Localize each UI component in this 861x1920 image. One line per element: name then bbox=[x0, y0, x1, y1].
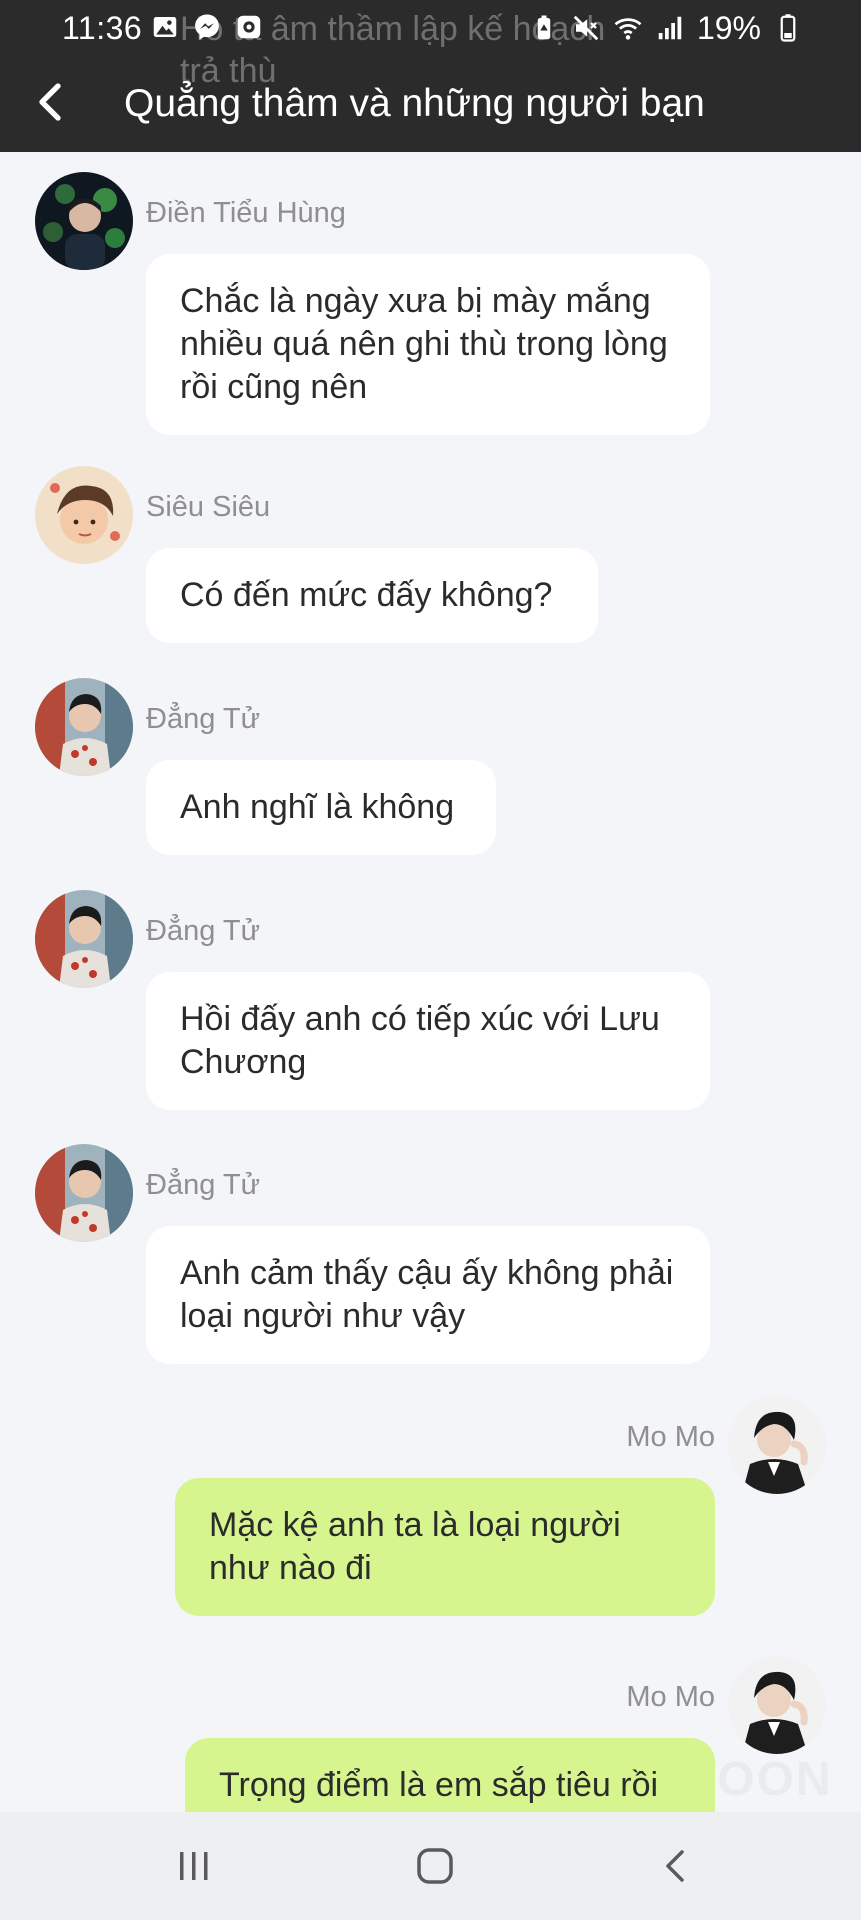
system-nav-bar bbox=[0, 1812, 861, 1920]
message-item: Mo Mo Mặc kệ anh ta là loại người như nà… bbox=[0, 1396, 861, 1616]
home-button[interactable] bbox=[405, 1838, 465, 1894]
camera-icon bbox=[234, 12, 264, 42]
message-item: Mo Mo Trọng điểm là em sắp tiêu rồi bbox=[0, 1656, 861, 1812]
status-right-icons: 19% bbox=[529, 8, 803, 48]
message-bubble[interactable]: Anh nghĩ là không bbox=[146, 760, 496, 855]
sender-name: Đẳng Tử bbox=[146, 1169, 260, 1201]
message-bubble[interactable]: Có đến mức đấy không? bbox=[146, 548, 598, 643]
avatar-dien-tieu-hung[interactable] bbox=[35, 172, 133, 270]
message-bubble[interactable]: Hồi đấy anh có tiếp xúc với Lưu Chương bbox=[146, 972, 710, 1110]
message-item: Siêu Siêu Có đến mức đấy không? bbox=[0, 466, 861, 646]
message-item: Đẳng Tử Anh cảm thấy cậu ấy không phải l… bbox=[0, 1144, 861, 1364]
sender-name: Mo Mo bbox=[626, 1681, 715, 1713]
message-bubble[interactable]: Mặc kệ anh ta là loại người như nào đi bbox=[175, 1478, 715, 1616]
image-icon bbox=[150, 12, 180, 42]
avatar-mo-mo[interactable] bbox=[728, 1656, 826, 1754]
sender-name: Mo Mo bbox=[626, 1421, 715, 1453]
sender-name: Đẳng Tử bbox=[146, 703, 260, 735]
status-time: 11:36 bbox=[62, 10, 143, 46]
page-title: Quẳng thâm và những người bạn bbox=[124, 82, 705, 125]
back-icon bbox=[666, 1850, 684, 1882]
message-bubble[interactable]: Anh cảm thấy cậu ấy không phải loại ngườ… bbox=[146, 1226, 710, 1364]
avatar-dang-tu[interactable] bbox=[35, 1144, 133, 1242]
battery-icon bbox=[773, 13, 803, 43]
chevron-left-icon bbox=[39, 83, 61, 121]
message-bubble[interactable]: Chắc là ngày xưa bị mày mắng nhiều quá n… bbox=[146, 254, 710, 435]
mute-icon bbox=[571, 13, 601, 43]
sender-name: Siêu Siêu bbox=[146, 491, 271, 523]
signal-icon bbox=[655, 13, 685, 43]
sender-name: Điền Tiểu Hùng bbox=[146, 197, 346, 229]
chat-message-list[interactable]: Điền Tiểu Hùng Chắc là ngày xưa bị mày m… bbox=[0, 152, 861, 1812]
avatar-dang-tu[interactable] bbox=[35, 890, 133, 988]
messenger-icon bbox=[192, 12, 222, 42]
message-item: Điền Tiểu Hùng Chắc là ngày xưa bị mày m… bbox=[0, 172, 861, 435]
recent-apps-icon bbox=[180, 1852, 208, 1880]
avatar-sieu-sieu[interactable] bbox=[35, 466, 133, 564]
nav-back-button[interactable] bbox=[646, 1838, 706, 1894]
message-bubble[interactable]: Trọng điểm là em sắp tiêu rồi bbox=[185, 1738, 715, 1812]
recent-apps-button[interactable] bbox=[164, 1838, 224, 1894]
battery-percent: 19% bbox=[696, 10, 761, 46]
battery-saver-icon bbox=[529, 13, 559, 43]
avatar-mo-mo[interactable] bbox=[728, 1396, 826, 1494]
avatar-dang-tu[interactable] bbox=[35, 678, 133, 776]
status-left-icons bbox=[150, 12, 264, 42]
sender-name: Đẳng Tử bbox=[146, 915, 260, 947]
message-item: Đẳng Tử Anh nghĩ là không bbox=[0, 678, 861, 858]
message-item: Đẳng Tử Hồi đấy anh có tiếp xúc với Lưu … bbox=[0, 890, 861, 1110]
wifi-icon bbox=[613, 13, 643, 43]
app-header: Ho ta âm thầm lập kế hoạch trả thù 11:36… bbox=[0, 0, 861, 152]
home-icon bbox=[417, 1848, 453, 1884]
back-button[interactable] bbox=[20, 76, 80, 128]
